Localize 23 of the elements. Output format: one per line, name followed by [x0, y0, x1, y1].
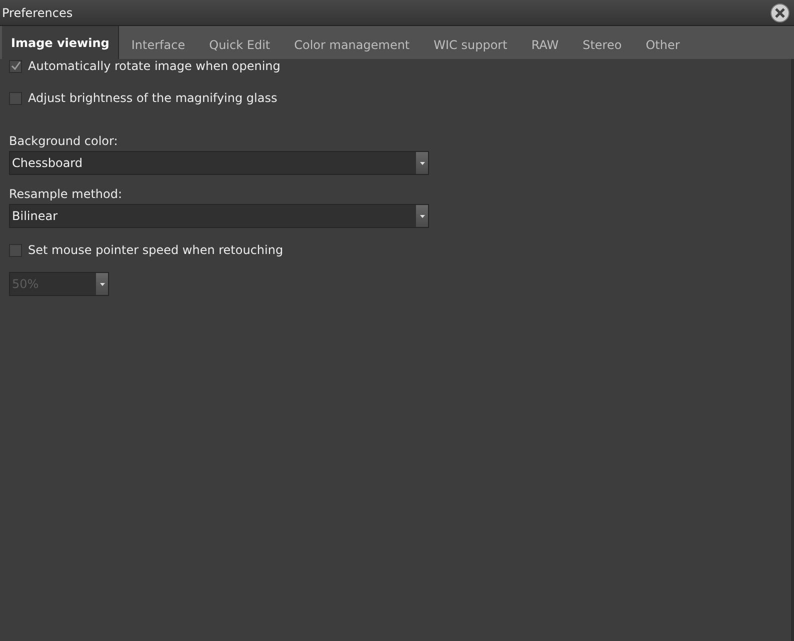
tab[interactable]: RAW: [519, 31, 571, 59]
caret-icon: [100, 282, 104, 286]
tab[interactable]: Color management: [282, 31, 422, 59]
tab[interactable]: WIC support: [422, 31, 520, 59]
tab[interactable]: Quick Edit: [197, 31, 282, 59]
close-icon[interactable]: [770, 2, 790, 22]
tab[interactable]: Stereo: [570, 31, 634, 59]
checkbox-label[interactable]: Set mouse pointer speed when retouching: [28, 243, 284, 257]
tab[interactable]: Image viewing: [2, 26, 120, 59]
checkbox[interactable]: [9, 244, 22, 256]
checkbox-label[interactable]: Automatically rotate image when opening: [28, 59, 280, 73]
dropdown[interactable]: Chessboard: [9, 151, 429, 175]
checkbox[interactable]: [9, 60, 22, 72]
checkbox-label[interactable]: Adjust brightness of the magnifying glass: [28, 91, 278, 105]
caret-icon: [420, 162, 424, 164]
tab[interactable]: Interface: [119, 31, 198, 59]
field-label: Resample method:: [9, 187, 124, 201]
caret-icon: [420, 214, 424, 218]
tab[interactable]: Other: [634, 31, 692, 59]
dropdown[interactable]: Bilinear: [9, 204, 429, 228]
field-label: Background color:: [9, 134, 119, 148]
checkbox[interactable]: [9, 92, 22, 104]
window-title: Preferences: [2, 6, 73, 20]
